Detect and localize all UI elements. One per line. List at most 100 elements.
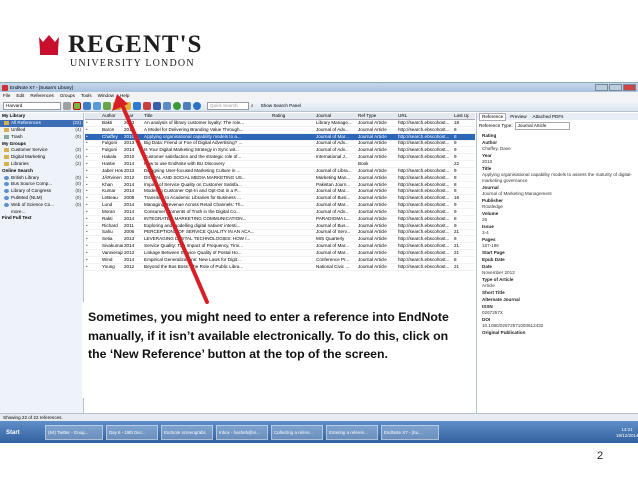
reference-field[interactable]: Journal Journal of Marketing Management [477, 184, 638, 197]
group-libraries[interactable]: Libraries (2) [0, 161, 83, 168]
taskbar-item-inbox[interactable]: Inbox - hasheb@re... [216, 425, 268, 440]
share-icon[interactable] [183, 101, 191, 110]
reference-field[interactable]: Original Publication [477, 329, 638, 336]
insert-citation-icon[interactable] [63, 101, 71, 110]
export-icon[interactable] [113, 101, 121, 110]
group-unfiled[interactable]: Unfiled (4) [0, 127, 83, 134]
my-groups-header[interactable]: My Groups [0, 140, 83, 147]
reference-field[interactable]: ISSN 0267257X [477, 303, 638, 316]
column-header-rating[interactable]: Rating [271, 113, 315, 119]
insert-citation-word-icon[interactable] [153, 101, 161, 110]
title-cell: Is Your Digital Marketing Strategy in Sy… [144, 147, 239, 153]
url-cell: http://search.ebscohost... [398, 215, 450, 221]
reference-field[interactable]: DOI 10.1080/02672571003612432 [477, 316, 638, 329]
menu-file[interactable]: File [3, 93, 10, 99]
start-button[interactable]: Start [2, 424, 42, 441]
regents-logo: REGENT'S UNIVERSITY LONDON [36, 30, 226, 74]
ref-type-cell: Journal Article [358, 263, 387, 269]
format-bibliography-icon[interactable] [163, 101, 171, 110]
last-updated-cell: 21 [454, 249, 460, 255]
reference-field[interactable]: Date November 2013 [477, 263, 638, 276]
group-digital-marketing[interactable]: Digital Marketing (4) [0, 154, 83, 161]
reference-field[interactable]: Title Applying organisational capability … [477, 165, 638, 184]
reference-field[interactable]: Author Chaffey, Dave [477, 139, 638, 152]
online-search-header[interactable]: Online Search [0, 167, 83, 174]
column-header-year[interactable]: Year [123, 113, 143, 119]
help-icon[interactable] [193, 101, 201, 110]
reference-field[interactable]: Short Title [477, 289, 638, 296]
sync-icon[interactable] [173, 101, 181, 110]
online-more[interactable]: more... [0, 208, 83, 215]
year-cell: 2014 [124, 243, 135, 249]
column-header-ref-type[interactable]: Ref Type [357, 113, 397, 119]
find-full-text-icon[interactable] [123, 101, 131, 110]
group-trash[interactable]: Trash (0) [0, 133, 83, 140]
reference-field[interactable]: Pages 187-196 [477, 236, 638, 249]
column-header-author[interactable]: Author [101, 113, 123, 119]
year-cell: 2014 [124, 147, 135, 153]
reference-field[interactable]: Year 2010 [477, 152, 638, 165]
ref-type-cell: Journal Article [358, 133, 387, 139]
last-updated-cell: 21 [454, 263, 460, 269]
reference-field[interactable]: Type of Article Article [477, 276, 638, 289]
title-cell: Consumer Moments of Truth in the Digital… [144, 208, 240, 214]
taskbar-item-screengrabs[interactable]: Endnote screengrabs [161, 425, 213, 440]
maximize-button[interactable] [609, 84, 622, 91]
group-all-references[interactable]: All References (22) [0, 119, 83, 127]
reference-field[interactable]: Rating [477, 132, 638, 139]
quick-search-input[interactable]: Quick Search [207, 101, 249, 110]
menu-groups[interactable]: Groups [60, 93, 75, 99]
menu-help[interactable]: Help [120, 93, 129, 99]
column-header-last-updated[interactable]: Last Upd. [453, 113, 469, 119]
online-web-of-science[interactable]: Web of Science Co... (0) [0, 201, 83, 208]
integrated-library-icon[interactable] [93, 101, 101, 110]
taskbar-item-endnote[interactable]: EndNote X7 - [Su... [381, 425, 439, 440]
reference-field[interactable]: Issue 3-4 [477, 223, 638, 236]
tab-reference[interactable]: Reference [479, 112, 507, 121]
group-customer-service[interactable]: Customer Service (3) [0, 147, 83, 154]
reference-type-select[interactable]: Journal Article [514, 122, 570, 130]
menu-tools[interactable]: Tools [81, 93, 92, 99]
reference-field[interactable]: Volume 26 [477, 210, 638, 223]
tab-attached-pdfs[interactable]: Attached PDFs [531, 114, 566, 120]
read-dot: • [86, 181, 88, 187]
year-cell: 2013 [124, 119, 135, 125]
tab-preview[interactable]: Preview [508, 114, 528, 120]
output-style-select[interactable]: Harvard [3, 101, 61, 110]
close-button[interactable] [623, 84, 636, 91]
online-british-library[interactable]: British Library (0) [0, 174, 83, 181]
taskbar-item-twitter[interactable]: (64) Twitter - Goog... [45, 425, 103, 440]
open-pdf-icon[interactable] [143, 101, 151, 110]
minimize-button[interactable] [595, 84, 608, 91]
taskbar-item-collecting[interactable]: Collecting a refere... [271, 425, 323, 440]
menu-window[interactable]: Window [98, 93, 114, 99]
menu-edit[interactable]: Edit [16, 93, 24, 99]
last-updated-cell: 9 [454, 140, 457, 146]
reference-field[interactable]: Epub Date [477, 256, 638, 263]
menu-references[interactable]: References [30, 93, 54, 99]
taskbar-item-day6[interactable]: Day 6 - 19th Dec... [106, 425, 158, 440]
table-row[interactable]: • Young 2012 Beyond the Bus Boss: The Role … [85, 264, 475, 271]
year-cell: 2013 [124, 236, 135, 242]
column-header-journal[interactable]: Journal [315, 113, 357, 119]
online-library-of-congress[interactable]: Library of Congress (0) [0, 188, 83, 195]
column-header-title[interactable]: Title [143, 113, 271, 119]
show-search-panel-button[interactable]: Show Search Panel [261, 103, 301, 109]
search-icon[interactable]: ⌕ [251, 103, 254, 109]
open-link-icon[interactable] [133, 101, 141, 110]
reference-field[interactable]: Start Page [477, 249, 638, 256]
new-reference-button[interactable] [73, 101, 81, 110]
taskbar-item-entering[interactable]: Entering a referen... [326, 425, 378, 440]
year-cell: 2014 [124, 126, 135, 132]
title-cell: INTEGRATED MARKETING COMMUNICATION... [144, 215, 247, 221]
online-search-icon[interactable] [83, 101, 91, 110]
journal-cell: Pakistan Journ... [316, 181, 351, 187]
column-header-url[interactable]: URL [397, 113, 453, 119]
my-library-header[interactable]: My Library [0, 113, 83, 120]
online-pubmed[interactable]: PubMed (NLM) (0) [0, 195, 83, 202]
reference-field[interactable]: Alternate Journal [477, 296, 638, 303]
import-icon[interactable] [103, 101, 111, 110]
reference-field[interactable]: Publisher Routledge [477, 197, 638, 210]
find-full-text-header[interactable]: Find Full Text [0, 215, 83, 222]
online-bus-source[interactable]: Bus Source Comp... (0) [0, 181, 83, 188]
